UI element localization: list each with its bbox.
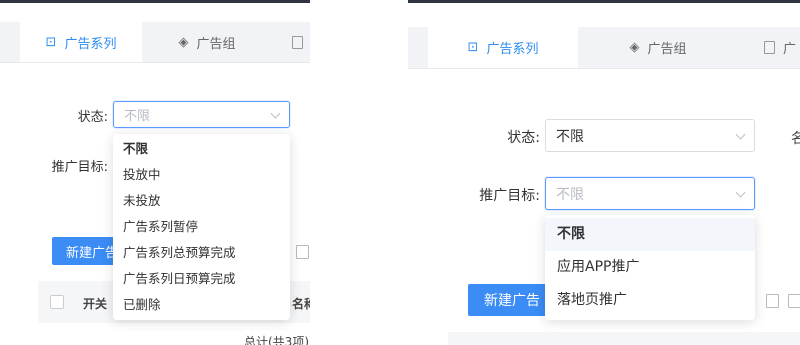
status-option[interactable]: 已删除 xyxy=(113,292,290,318)
next-field-label: 名 xyxy=(791,131,800,147)
chevron-down-icon xyxy=(735,129,746,140)
layers-icon: ◈ xyxy=(178,34,189,50)
status-option[interactable]: 不限 xyxy=(113,136,290,162)
status-option[interactable]: 广告系列总预算完成 xyxy=(113,240,290,266)
campaign-icon: ⊡ xyxy=(45,34,57,50)
tab-label: 广告系列 xyxy=(486,42,539,57)
new-ad-button-label: 新建广告 xyxy=(484,293,540,309)
tab-creative[interactable] xyxy=(272,22,310,62)
tab-campaign[interactable]: ⊡ 广告系列 xyxy=(428,27,578,68)
status-option[interactable]: 广告系列日预算完成 xyxy=(113,266,290,292)
left-panel: ⊡ 广告系列 ◈ 广告组 状态: 不限 推广目标: 新建广告 开关 名称 总计(… xyxy=(0,0,310,345)
status-select-value: 不限 xyxy=(556,128,584,145)
tab-creative[interactable]: 广 xyxy=(738,27,800,68)
column-name: 名称 xyxy=(292,297,310,311)
status-label: 状态: xyxy=(507,130,540,146)
target-select-placeholder: 不限 xyxy=(556,186,584,203)
tab-label: 广告系列 xyxy=(64,36,117,52)
campaign-icon: ⊡ xyxy=(467,40,479,55)
tab-label: 广 xyxy=(783,42,797,57)
status-option[interactable]: 投放中 xyxy=(113,162,290,188)
tab-ad-group[interactable]: ◈ 广告组 xyxy=(142,22,272,62)
status-dropdown: 不限 投放中 未投放 广告系列暂停 广告系列总预算完成 广告系列日预算完成 已删… xyxy=(113,134,290,320)
table-header xyxy=(448,332,800,345)
download-icon[interactable] xyxy=(788,294,800,308)
target-select[interactable]: 不限 xyxy=(545,177,755,210)
tab-ad-group[interactable]: ◈ 广告组 xyxy=(578,27,738,68)
status-select-placeholder: 不限 xyxy=(124,109,151,124)
target-dropdown: 不限 应用APP推广 落地页推广 xyxy=(545,215,755,320)
chevron-down-icon xyxy=(735,187,746,198)
target-option[interactable]: 不限 xyxy=(545,218,755,251)
footer-total: 总计(共3项) xyxy=(244,335,309,345)
window-top-bar xyxy=(0,0,310,3)
layers-icon: ◈ xyxy=(629,40,640,55)
target-label: 推广目标: xyxy=(51,160,108,175)
target-option[interactable]: 落地页推广 xyxy=(545,284,755,317)
column-switch: 开关 xyxy=(83,297,108,311)
chevron-down-icon xyxy=(270,108,281,119)
tab-label: 广告组 xyxy=(647,42,687,57)
tab-campaign[interactable]: ⊡ 广告系列 xyxy=(20,22,142,62)
select-all-checkbox[interactable] xyxy=(50,295,64,309)
tab-bar: ⊡ 广告系列 ◈ 广告组 广 xyxy=(408,27,800,69)
status-select[interactable]: 不限 xyxy=(545,119,755,152)
export-icon[interactable] xyxy=(766,294,779,308)
status-option[interactable]: 未投放 xyxy=(113,188,290,214)
right-panel: ⊡ 广告系列 ◈ 广告组 广 状态: 不限 名 推广目标: 不限 新建广告 不限… xyxy=(408,0,800,345)
tab-label: 广告组 xyxy=(196,36,236,52)
status-label: 状态: xyxy=(77,110,108,125)
doc-icon xyxy=(764,41,775,54)
target-option[interactable]: 应用APP推广 xyxy=(545,251,755,284)
target-label: 推广目标: xyxy=(479,188,540,204)
new-ad-button-label: 新建广告 xyxy=(66,245,119,261)
status-select[interactable]: 不限 xyxy=(113,101,290,128)
window-top-bar xyxy=(408,0,800,3)
tab-bar: ⊡ 广告系列 ◈ 广告组 xyxy=(0,22,310,63)
status-option[interactable]: 广告系列暂停 xyxy=(113,214,290,240)
export-icon[interactable] xyxy=(296,245,309,259)
doc-icon xyxy=(292,35,303,49)
